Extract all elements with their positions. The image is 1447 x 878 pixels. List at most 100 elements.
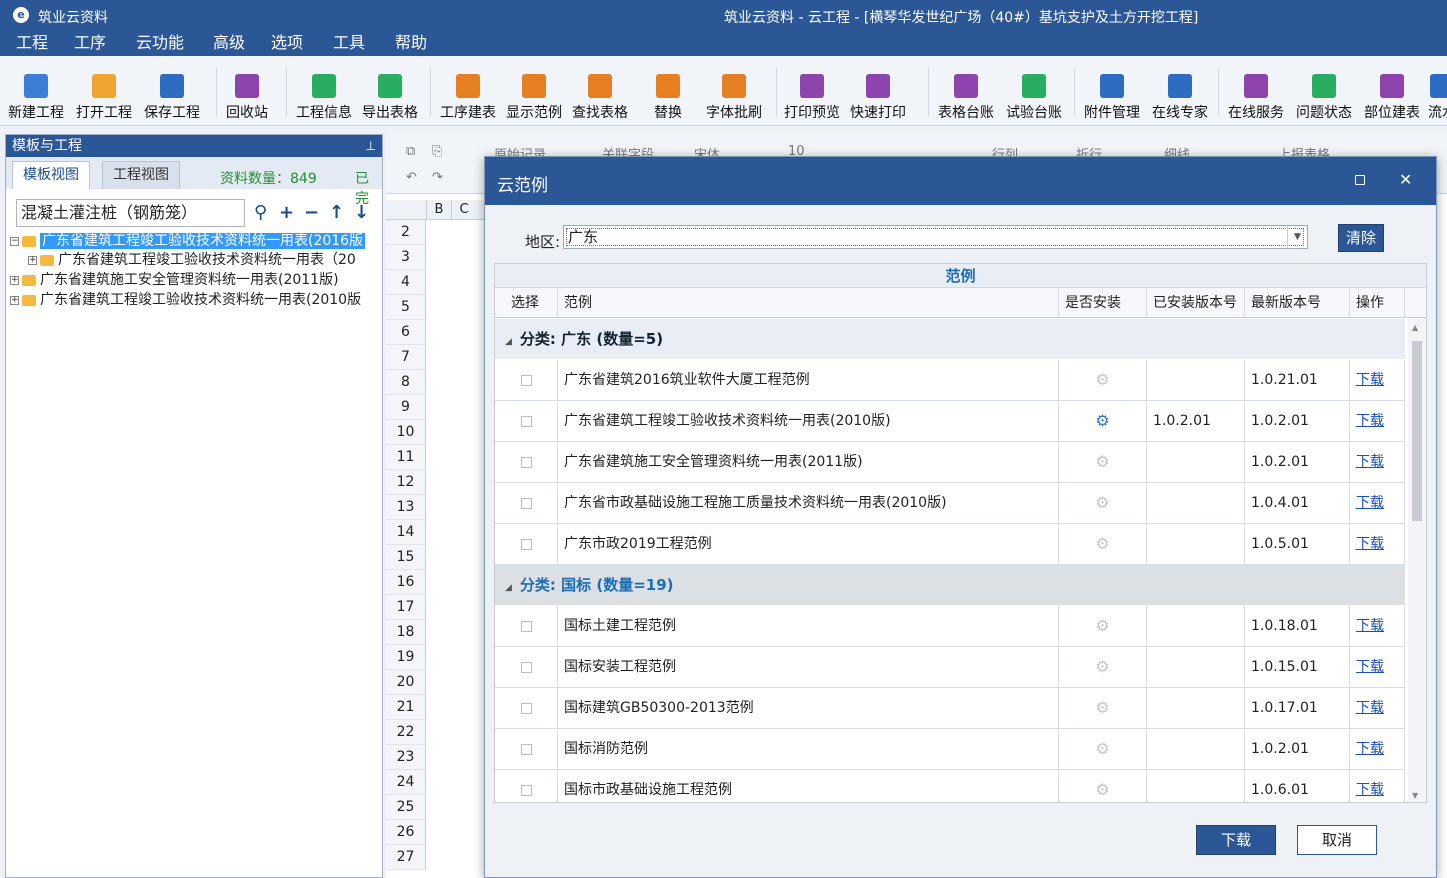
- row-number[interactable]: 9: [386, 395, 426, 420]
- info-button[interactable]: 工程信息: [296, 62, 352, 122]
- row-number[interactable]: 6: [386, 320, 426, 345]
- download-link[interactable]: 下载: [1356, 454, 1384, 470]
- collapse-icon[interactable]: −: [10, 236, 19, 246]
- row-number[interactable]: 16: [386, 570, 426, 595]
- menu-project[interactable]: 工程: [16, 32, 48, 56]
- pin-icon[interactable]: ⊥: [366, 135, 376, 157]
- example-button[interactable]: 显示范例: [506, 62, 562, 122]
- save-button[interactable]: 保存工程: [144, 62, 200, 122]
- chevron-down-icon[interactable]: ▼: [1287, 226, 1307, 248]
- menu-help[interactable]: 帮助: [395, 32, 427, 56]
- add-icon[interactable]: +: [279, 202, 294, 223]
- print-button[interactable]: 快速打印: [850, 62, 906, 122]
- menu-cloud[interactable]: 云功能: [136, 32, 184, 56]
- row-checkbox[interactable]: [521, 702, 532, 714]
- minus-icon[interactable]: −: [304, 202, 319, 223]
- header-installed-version[interactable]: 已安装版本号: [1147, 288, 1245, 318]
- row-number[interactable]: 13: [386, 495, 426, 520]
- row-number[interactable]: 4: [386, 270, 426, 295]
- row-number[interactable]: 25: [386, 795, 426, 820]
- header-latest-version[interactable]: 最新版本号: [1245, 288, 1350, 318]
- group-row-guangdong[interactable]: ◢ 分类: 广东 (数量=5): [495, 319, 1405, 359]
- menu-options[interactable]: 选项: [271, 32, 303, 56]
- row-checkbox[interactable]: [521, 497, 532, 509]
- table-row[interactable]: 国标建筑GB50300-2013范例 ⚙ 1.0.17.01 下载: [495, 688, 1405, 729]
- menu-tools[interactable]: 工具: [333, 32, 365, 56]
- table-row[interactable]: 国标消防范例 ⚙ 1.0.2.01 下载: [495, 729, 1405, 770]
- row-checkbox[interactable]: [521, 620, 532, 632]
- row-number[interactable]: 10: [386, 420, 426, 445]
- print-preview-button[interactable]: 打印预览: [784, 62, 840, 122]
- download-link[interactable]: 下载: [1356, 659, 1384, 675]
- region-input[interactable]: 广东: [566, 228, 1304, 246]
- recycle-bin-button[interactable]: 回收站: [226, 62, 268, 122]
- column-b[interactable]: B: [426, 200, 451, 220]
- template-search-input[interactable]: 混凝土灌注桩（钢筋笼）: [16, 199, 245, 227]
- maximize-icon[interactable]: [1355, 175, 1365, 185]
- table-row[interactable]: 广东省建筑2016筑业软件大厦工程范例 ⚙ 1.0.21.01 下载: [495, 360, 1405, 401]
- row-number[interactable]: 5: [386, 295, 426, 320]
- expert-button[interactable]: 在线专家: [1152, 62, 1208, 122]
- new-project-button[interactable]: 新建工程: [8, 62, 64, 122]
- paste-icon[interactable]: ⎘: [432, 144, 442, 159]
- arrow-up-icon[interactable]: ↑: [329, 202, 344, 223]
- clear-button[interactable]: 清除: [1338, 224, 1384, 252]
- group-row-national[interactable]: ◢ 分类: 国标 (数量=19): [495, 565, 1405, 605]
- tree-item[interactable]: − 广东省建筑工程竣工验收技术资料统一用表(2016版: [10, 231, 382, 251]
- row-checkbox[interactable]: [521, 456, 532, 468]
- menu-advanced[interactable]: 高级: [213, 32, 245, 56]
- scroll-thumb[interactable]: [1412, 341, 1422, 521]
- question-button[interactable]: 问题状态: [1296, 62, 1352, 122]
- close-icon[interactable]: ✕: [1399, 170, 1412, 189]
- replace-button[interactable]: 替换: [654, 62, 682, 122]
- header-select[interactable]: 选择: [495, 288, 558, 318]
- test-ledger-button[interactable]: 试验台账: [1006, 62, 1062, 122]
- table-row[interactable]: 广东省市政基础设施工程施工质量技术资料统一用表(2010版) ⚙ 1.0.4.01 下…: [495, 483, 1405, 524]
- table-row[interactable]: 国标市政基础设施工程范例 ⚙ 1.0.6.01 下载: [495, 770, 1405, 802]
- row-number[interactable]: 19: [386, 645, 426, 670]
- row-number[interactable]: 8: [386, 370, 426, 395]
- expand-icon[interactable]: +: [10, 275, 19, 285]
- tab-template-view[interactable]: 模板视图: [12, 161, 90, 189]
- row-checkbox[interactable]: [521, 415, 532, 427]
- download-link[interactable]: 下载: [1356, 536, 1384, 552]
- row-checkbox[interactable]: [521, 784, 532, 796]
- row-number[interactable]: 18: [386, 620, 426, 645]
- table-row[interactable]: 国标安装工程范例 ⚙ 1.0.15.01 下载: [495, 647, 1405, 688]
- row-checkbox[interactable]: [521, 743, 532, 755]
- row-number[interactable]: 17: [386, 595, 426, 620]
- cancel-button[interactable]: 取消: [1297, 825, 1377, 855]
- table-row[interactable]: 广东省建筑工程竣工验收技术资料统一用表(2010版) ⚙ 1.0.2.01 1.0.2…: [495, 401, 1405, 442]
- row-number[interactable]: 27: [386, 845, 426, 870]
- arrow-down-icon[interactable]: ↓: [354, 202, 369, 223]
- collapse-triangle-icon[interactable]: ◢: [505, 337, 512, 347]
- row-checkbox[interactable]: [521, 661, 532, 673]
- download-link[interactable]: 下载: [1356, 495, 1384, 511]
- download-link[interactable]: 下载: [1356, 782, 1384, 798]
- copy-icon[interactable]: ⧉: [406, 144, 415, 159]
- download-link[interactable]: 下载: [1356, 413, 1384, 429]
- flow-button[interactable]: 流水: [1428, 62, 1447, 122]
- export-button[interactable]: 导出表格: [362, 62, 418, 122]
- layers-button[interactable]: 工序建表: [440, 62, 496, 122]
- service-button[interactable]: 在线服务: [1228, 62, 1284, 122]
- grid-button[interactable]: 部位建表: [1364, 62, 1420, 122]
- redo-icon[interactable]: ↷: [432, 170, 443, 185]
- column-c[interactable]: C: [451, 200, 476, 220]
- download-link[interactable]: 下载: [1356, 700, 1384, 716]
- row-number[interactable]: 20: [386, 670, 426, 695]
- tree-item[interactable]: + 广东省建筑施工安全管理资料统一用表(2011版): [10, 270, 382, 290]
- download-link[interactable]: 下载: [1356, 618, 1384, 634]
- download-link[interactable]: 下载: [1356, 741, 1384, 757]
- row-number[interactable]: 12: [386, 470, 426, 495]
- download-link[interactable]: 下载: [1356, 372, 1384, 388]
- row-checkbox[interactable]: [521, 538, 532, 550]
- row-number[interactable]: 3: [386, 245, 426, 270]
- table-row[interactable]: 广东市政2019工程范例 ⚙ 1.0.5.01 下载: [495, 524, 1405, 565]
- undo-icon[interactable]: ↶: [406, 170, 417, 185]
- expand-icon[interactable]: +: [10, 295, 19, 305]
- tree-item[interactable]: + 广东省建筑工程竣工验收技术资料统一用表（20: [10, 250, 382, 270]
- font-brush-button[interactable]: 字体批刷: [706, 62, 762, 122]
- collapse-triangle-icon[interactable]: ◢: [505, 583, 512, 593]
- open-folder-button[interactable]: 打开工程: [76, 62, 132, 122]
